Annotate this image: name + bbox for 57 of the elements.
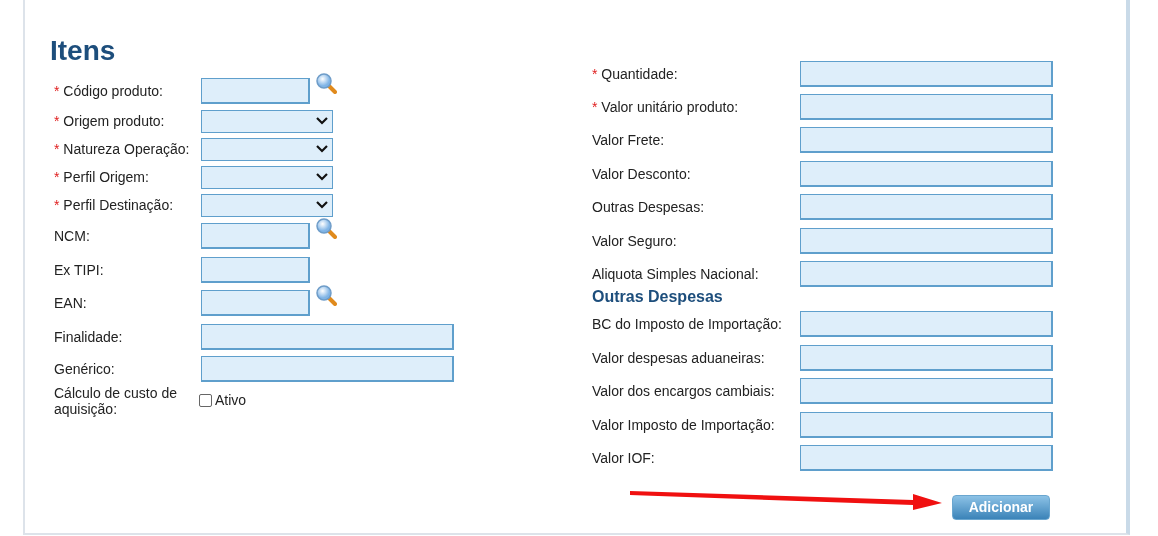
- field-label: Valor Seguro:: [592, 232, 678, 249]
- input-field[interactable]: [201, 323, 454, 350]
- dropdown[interactable]: [201, 165, 333, 189]
- chevron-down-icon: [316, 173, 328, 181]
- field-label: EAN:: [54, 295, 88, 311]
- input-field[interactable]: [800, 411, 1053, 438]
- input-field[interactable]: [201, 355, 454, 382]
- field-label: Aliquota Simples Nacional:: [592, 266, 760, 283]
- field-label: Finalidade:: [54, 328, 124, 345]
- field-label: * Quantidade:: [592, 65, 679, 82]
- input-field[interactable]: [800, 378, 1053, 405]
- input-field[interactable]: [800, 344, 1053, 371]
- input-field[interactable]: [800, 94, 1053, 121]
- chevron-down-icon: [316, 201, 328, 209]
- field-label: Valor despesas aduaneiras:: [592, 349, 766, 366]
- add-button[interactable]: Adicionar: [952, 494, 1050, 520]
- field-label: Valor Imposto de Importação:: [592, 416, 776, 433]
- field-label: Valor Frete:: [592, 132, 666, 149]
- field-label: BC do Imposto de Importação:: [592, 316, 783, 333]
- section-heading: Outras Despesas: [592, 286, 724, 307]
- search-icon[interactable]: [315, 72, 337, 94]
- input-field[interactable]: [201, 77, 310, 104]
- input-field[interactable]: [800, 127, 1053, 154]
- input-field[interactable]: [800, 227, 1053, 254]
- field-label: * Perfil Origem:: [54, 169, 150, 185]
- chevron-down-icon: [316, 145, 328, 153]
- input-field[interactable]: [800, 160, 1053, 187]
- field-label: Genérico:: [54, 360, 116, 377]
- field-label: Cálculo de custo de aquisição:: [54, 385, 178, 417]
- section-title: Itens: [50, 34, 117, 68]
- field-label: * Valor unitário produto:: [592, 99, 740, 116]
- field-label: Valor dos encargos cambiais:: [592, 383, 776, 400]
- input-field[interactable]: [800, 194, 1053, 221]
- input-field[interactable]: [201, 290, 310, 316]
- checkbox[interactable]: [199, 393, 212, 407]
- field-label: * Origem produto:: [54, 113, 166, 129]
- checkbox-label: Ativo: [215, 392, 247, 408]
- dropdown[interactable]: [201, 109, 333, 133]
- field-label: * Perfil Destinação:: [54, 197, 175, 213]
- chevron-down-icon: [316, 117, 328, 125]
- input-field[interactable]: [800, 60, 1053, 87]
- search-icon[interactable]: [315, 284, 337, 306]
- field-label: Valor Desconto:: [592, 165, 692, 182]
- field-label: Valor IOF:: [592, 450, 656, 466]
- input-field[interactable]: [800, 261, 1053, 288]
- input-field[interactable]: [800, 311, 1053, 338]
- field-label: Ex TIPI:: [54, 261, 105, 278]
- field-label: NCM:: [54, 228, 91, 244]
- field-label: * Natureza Operação:: [54, 141, 191, 157]
- input-field[interactable]: [201, 256, 310, 283]
- search-icon[interactable]: [315, 217, 337, 239]
- dropdown[interactable]: [201, 193, 333, 217]
- input-field[interactable]: [201, 223, 310, 249]
- input-field[interactable]: [800, 445, 1053, 471]
- dropdown[interactable]: [201, 137, 333, 161]
- field-label: Outras Despesas:: [592, 199, 706, 216]
- field-label: * Código produto:: [54, 82, 164, 99]
